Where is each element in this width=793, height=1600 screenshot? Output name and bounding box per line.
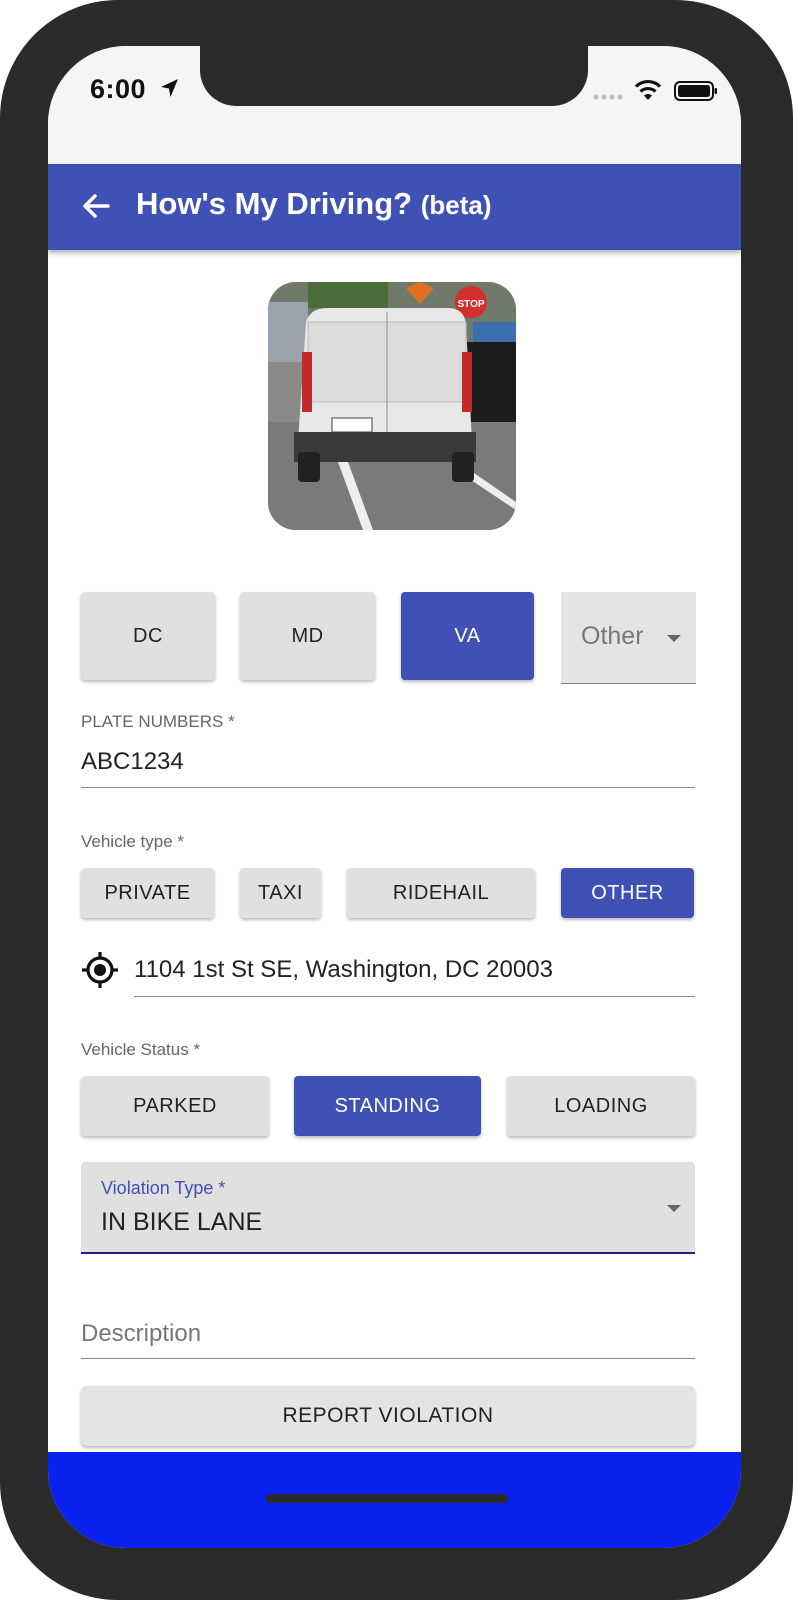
screen: 6:00 How's My Driving? (beta) STOP DC MD… bbox=[48, 46, 741, 1548]
violation-type-value: IN BIKE LANE bbox=[101, 1208, 263, 1236]
description-underline bbox=[81, 1358, 695, 1359]
plate-input[interactable]: ABC1234 bbox=[81, 748, 184, 776]
location-arrow-icon bbox=[161, 79, 178, 97]
chevron-down-icon bbox=[667, 635, 681, 642]
vehicle-status-label: Vehicle Status * bbox=[81, 1040, 201, 1059]
location-input[interactable]: 1104 1st St SE, Washington, DC 20003 bbox=[134, 956, 553, 984]
description-input[interactable]: Description bbox=[81, 1320, 201, 1348]
page-title: How's My Driving? (beta) bbox=[136, 186, 491, 222]
back-arrow-icon[interactable] bbox=[78, 188, 114, 224]
violation-type-label: Violation Type * bbox=[101, 1178, 226, 1198]
vehicle-type-ridehail-button[interactable]: RIDEHAIL bbox=[347, 868, 535, 918]
location-underline bbox=[134, 996, 695, 997]
svg-text:STOP: STOP bbox=[457, 299, 484, 310]
status-bar: 6:00 bbox=[48, 46, 741, 164]
page-title-text: How's My Driving? bbox=[136, 186, 413, 221]
vehicle-photo[interactable]: STOP bbox=[268, 282, 516, 530]
status-loading-button[interactable]: LOADING bbox=[507, 1076, 695, 1136]
wifi-icon bbox=[634, 79, 662, 100]
state-other-select[interactable]: Other bbox=[561, 592, 696, 684]
state-other-value: Other bbox=[581, 622, 644, 650]
report-violation-button[interactable]: REPORT VIOLATION bbox=[81, 1386, 695, 1446]
vehicle-type-private-button[interactable]: PRIVATE bbox=[81, 868, 214, 918]
page-title-beta: (beta) bbox=[420, 190, 492, 220]
plate-underline bbox=[81, 787, 695, 788]
signal-dots-icon bbox=[593, 94, 623, 100]
chevron-down-icon bbox=[667, 1205, 681, 1212]
vehicle-type-other-button[interactable]: OTHER bbox=[561, 868, 694, 918]
vehicle-type-taxi-button[interactable]: TAXI bbox=[240, 868, 321, 918]
state-button-va[interactable]: VA bbox=[401, 592, 534, 680]
violation-type-select[interactable]: Violation Type * IN BIKE LANE bbox=[81, 1162, 695, 1254]
state-button-dc[interactable]: DC bbox=[81, 592, 215, 680]
status-parked-button[interactable]: PARKED bbox=[81, 1076, 269, 1136]
status-standing-button[interactable]: STANDING bbox=[294, 1076, 481, 1136]
plate-label: PLATE NUMBERS * bbox=[81, 712, 235, 731]
gps-target-icon[interactable] bbox=[80, 950, 120, 990]
state-button-md[interactable]: MD bbox=[240, 592, 375, 680]
home-indicator[interactable] bbox=[266, 1494, 508, 1503]
notch bbox=[200, 46, 588, 106]
vehicle-type-label: Vehicle type * bbox=[81, 832, 185, 851]
battery-icon bbox=[674, 81, 717, 101]
status-time: 6:00 bbox=[90, 74, 147, 104]
phone-frame: 6:00 How's My Driving? (beta) STOP DC MD… bbox=[0, 0, 793, 1600]
app-bar: How's My Driving? (beta) bbox=[48, 164, 741, 250]
